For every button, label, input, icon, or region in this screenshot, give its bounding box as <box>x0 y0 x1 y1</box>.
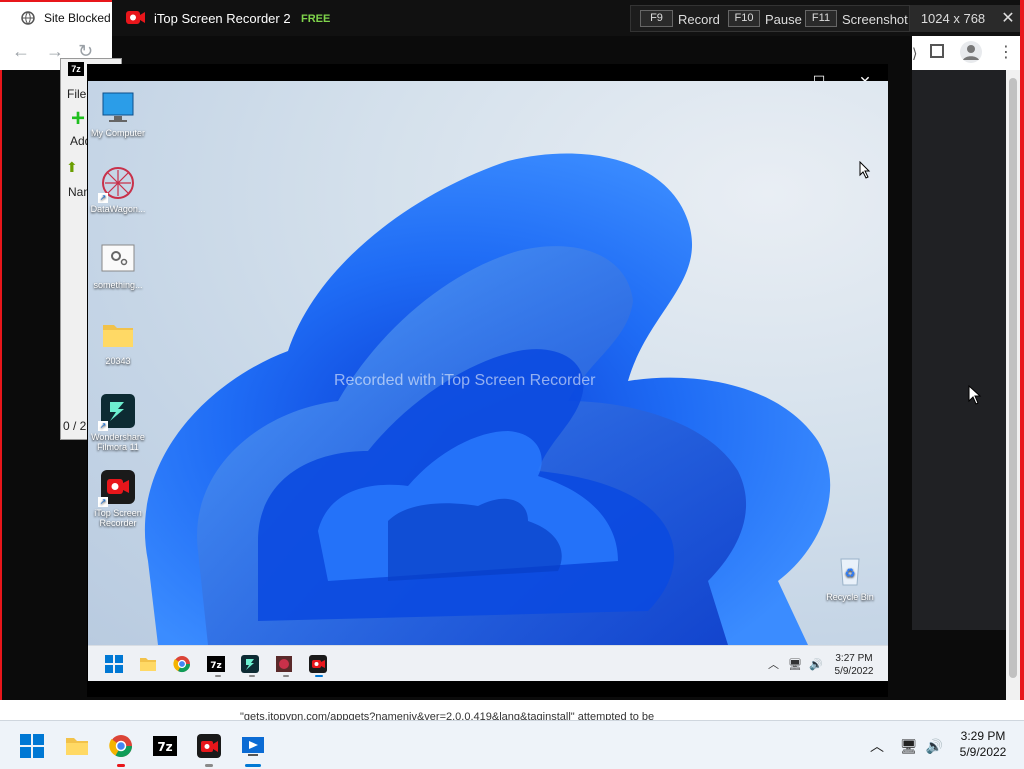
host-clock[interactable]: 3:29 PM 5/9/2022 <box>948 728 1018 760</box>
screenshot-button[interactable]: Screenshot <box>842 12 908 27</box>
desktop-icon-itop-recorder[interactable]: ↗ iTop Screen Recorder <box>88 469 150 528</box>
shortcut-arrow-icon: ↗ <box>98 193 108 203</box>
active-indicator <box>315 675 323 677</box>
svg-text:♻: ♻ <box>845 566 856 580</box>
filmora-icon: ↗ <box>98 393 136 431</box>
svg-text:7z: 7z <box>157 740 172 754</box>
browser-content-area <box>912 70 1006 630</box>
host-time: 3:29 PM <box>960 729 1006 743</box>
datawagon-icon: ↗ <box>98 165 136 203</box>
desktop-icon-20343[interactable]: 20343 <box>88 317 150 366</box>
desktop-icon-my-computer[interactable]: My Computer <box>88 89 150 138</box>
chevron-up-icon[interactable]: ︿ <box>768 659 779 671</box>
recorder-close-button[interactable]: ✕ <box>996 5 1020 32</box>
shortcut-arrow-icon: ↗ <box>98 497 108 507</box>
mouse-cursor-icon <box>859 161 871 179</box>
windows-bloom-wallpaper <box>144 153 831 645</box>
settings-file-icon <box>100 241 136 277</box>
running-indicator <box>205 764 213 767</box>
chrome-icon[interactable] <box>173 655 191 673</box>
recorder-watermark: Recorded with iTop Screen Recorder <box>334 372 596 389</box>
svg-text:7z: 7z <box>210 661 222 671</box>
running-indicator <box>249 675 255 677</box>
host-system-tray: ︿ 🖥 🔊 <box>870 736 943 756</box>
hotkey-bar: F9 Record F10 Pause F11 Screenshot <box>630 5 910 32</box>
itop-recorder-icon: ↗ <box>98 469 136 507</box>
status-bar: 0 / 2 <box>63 419 87 433</box>
sevenzip-icon[interactable]: 7z <box>207 655 225 673</box>
globe-icon <box>21 11 35 25</box>
filmora-icon[interactable] <box>241 655 259 673</box>
vm-clock[interactable]: 3:27 PM 5/9/2022 <box>826 652 882 678</box>
recorder-app-title: iTop Screen Recorder 2 <box>154 11 291 26</box>
side-panel-icon[interactable] <box>930 44 944 58</box>
shortcut-arrow-icon: ↗ <box>98 421 108 431</box>
vm-date: 5/9/2022 <box>834 666 874 677</box>
mouse-cursor-icon <box>968 385 982 405</box>
network-icon[interactable]: 🖥 <box>900 738 918 754</box>
menu-file[interactable]: File <box>67 87 86 101</box>
vm-system-tray: ︿ 🖥 🔊 <box>768 656 823 672</box>
sevenzip-logo: 7z <box>68 62 84 76</box>
desktop-icon-datawagon[interactable]: ↗ DataWagon... <box>88 165 150 214</box>
browser-toolbar-right: ⟩ ⋮ <box>912 36 1020 70</box>
itop-recorder-icon[interactable] <box>309 655 327 673</box>
edition-badge: FREE <box>301 13 331 25</box>
volume-icon[interactable]: 🔊 <box>809 659 823 671</box>
extensions-icon[interactable]: ⟩ <box>912 45 917 62</box>
vm-time: 3:27 PM <box>835 653 873 664</box>
desktop-icon-label: Recycle Bin <box>826 592 874 602</box>
back-icon[interactable]: ← <box>12 41 30 62</box>
running-indicator <box>215 675 221 677</box>
chevron-up-icon[interactable]: ︿ <box>870 738 884 754</box>
remote-desktop-icon[interactable] <box>241 734 265 758</box>
file-explorer-icon[interactable] <box>139 655 157 673</box>
vm-bottom-border <box>88 681 888 697</box>
itop-recorder-icon[interactable] <box>197 734 221 758</box>
pause-hotkey[interactable]: F10 <box>728 10 760 27</box>
file-explorer-icon[interactable] <box>65 734 89 758</box>
add-icon[interactable]: + <box>71 107 85 131</box>
start-icon[interactable] <box>20 734 44 758</box>
sevenzip-icon[interactable]: 7z <box>153 734 177 758</box>
up-folder-icon[interactable]: ⬆ <box>66 159 78 176</box>
desktop-icon-label: something... <box>93 280 143 290</box>
recording-border-right <box>1020 0 1024 720</box>
network-icon[interactable]: 🖥 <box>788 659 802 671</box>
desktop-icon-label: My Computer <box>90 128 145 138</box>
more-menu-icon[interactable]: ⋮ <box>998 42 1014 62</box>
desktop-icon-label: iTop Screen Recorder <box>94 508 142 528</box>
folder-icon <box>100 317 136 353</box>
running-indicator <box>283 675 289 677</box>
desktop-icon-label: Wondershare Filmora 11 <box>91 432 145 452</box>
recording-border-left <box>0 0 2 720</box>
active-indicator <box>245 764 261 767</box>
screenshot-hotkey[interactable]: F11 <box>805 10 837 27</box>
desktop-icon-label: DataWagon... <box>90 204 146 214</box>
scrollbar-thumb[interactable] <box>1009 78 1017 678</box>
desktop-icon-label: 20343 <box>105 356 131 366</box>
chrome-icon[interactable] <box>109 734 133 758</box>
vm-desktop[interactable]: My Computer ↗ DataWagon... something... … <box>88 81 888 645</box>
record-hotkey[interactable]: F9 <box>640 10 673 27</box>
desktop-icon-something[interactable]: something... <box>88 241 150 290</box>
resolution-display: 1024 x 768 <box>910 5 996 32</box>
profile-avatar[interactable] <box>960 41 982 63</box>
browser-scrollbar[interactable] <box>1006 70 1020 720</box>
volume-icon[interactable]: 🔊 <box>926 738 943 754</box>
browser-tab[interactable]: Site Blocked <box>0 0 112 36</box>
tab-title: Site Blocked <box>44 11 111 25</box>
monitor-icon <box>100 89 136 125</box>
host-date: 5/9/2022 <box>959 745 1007 759</box>
pause-button[interactable]: Pause <box>765 12 802 27</box>
itop-recorder-logo-icon <box>126 11 145 24</box>
record-button[interactable]: Record <box>678 12 720 27</box>
start-icon[interactable] <box>105 655 123 673</box>
desktop-icon-recycle-bin[interactable]: ♻ Recycle Bin <box>818 553 882 602</box>
datawagon-icon[interactable] <box>275 655 293 673</box>
desktop-icon-filmora[interactable]: ↗ Wondershare Filmora 11 <box>88 393 150 452</box>
running-indicator <box>117 764 125 767</box>
recycle-bin-icon: ♻ <box>832 553 868 589</box>
